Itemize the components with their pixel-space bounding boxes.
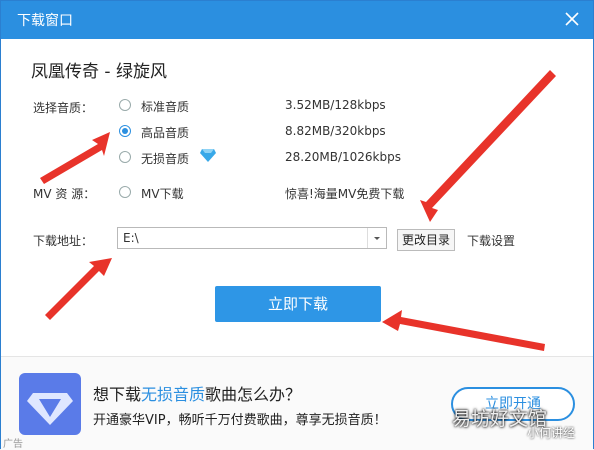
arrow-to-high-quality	[40, 132, 110, 184]
annotation-arrows	[40, 70, 556, 351]
arrow-to-path-field	[45, 258, 112, 320]
arrow-to-change-directory	[420, 70, 556, 222]
watermark-sub: 小何讲经	[527, 426, 576, 440]
arrow-to-download-button	[382, 310, 545, 351]
